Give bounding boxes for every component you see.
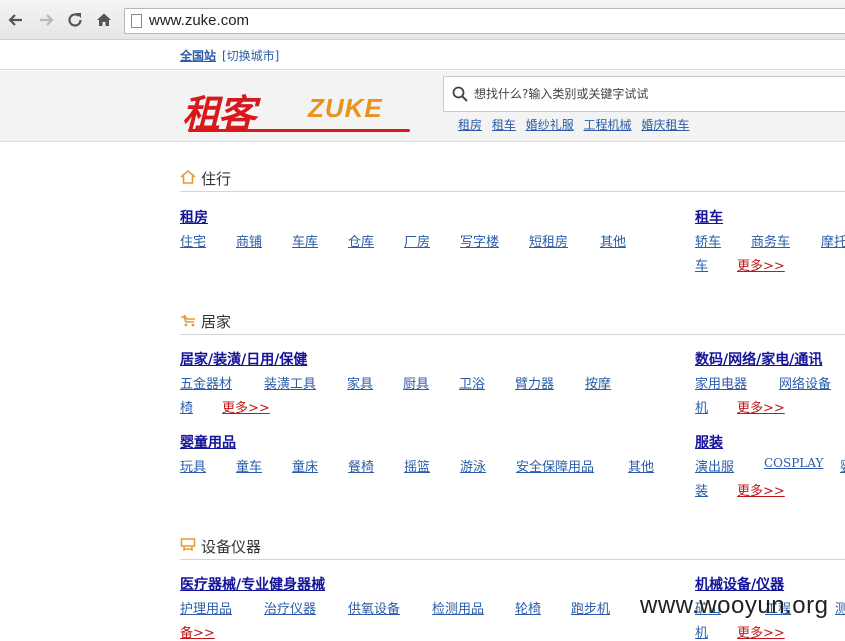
- more-link[interactable]: 更多>>: [737, 480, 785, 499]
- link-duanzufang[interactable]: 短租房: [529, 231, 568, 250]
- category-zuche[interactable]: 租车: [695, 207, 723, 227]
- link-yi-wrap[interactable]: 椅: [180, 397, 193, 416]
- link-cheku[interactable]: 车库: [292, 231, 318, 250]
- more-link[interactable]: 更多>>: [737, 255, 785, 274]
- section-title: 住行: [201, 170, 232, 188]
- link-bili[interactable]: 臂力器: [515, 373, 554, 392]
- link-zhuzhai[interactable]: 住宅: [180, 231, 206, 250]
- hot-search-links: 租房 租车 婚纱礼服 工程机械 婚庆租车: [458, 116, 695, 133]
- category-yiliao[interactable]: 医疗器械/专业健身器械: [180, 574, 325, 594]
- link-wanju[interactable]: 玩具: [180, 456, 206, 475]
- site-header: 租客 ZUKE 租房 租车 婚纱礼服 工程机械 婚庆租车: [0, 71, 845, 142]
- category-jixie[interactable]: 机械设备/仪器: [695, 574, 784, 594]
- link-xiezilou[interactable]: 写字楼: [460, 231, 499, 250]
- link-ying-cut[interactable]: 婴: [840, 456, 845, 474]
- link-weiyu[interactable]: 卫浴: [459, 373, 485, 392]
- section-title: 设备仪器: [201, 538, 262, 556]
- category-zufang[interactable]: 租房: [180, 207, 208, 227]
- link-ce-cut[interactable]: 测: [835, 598, 845, 616]
- more-link[interactable]: 更多>>: [222, 397, 270, 416]
- fuzhuang-links: 演出服 COSPLAY 婴: [695, 456, 845, 474]
- hot-link-zufang[interactable]: 租房: [458, 118, 482, 132]
- section-title: 居家: [201, 313, 232, 331]
- category-fuzhuang[interactable]: 服装: [695, 432, 723, 452]
- home-icon[interactable]: [94, 11, 114, 31]
- link-gongyang[interactable]: 供氧设备: [348, 598, 400, 617]
- sofa-icon: [181, 314, 195, 327]
- link-jiaju[interactable]: 家具: [347, 373, 373, 392]
- link-yaolan[interactable]: 摇篮: [404, 456, 430, 475]
- more-link[interactable]: 备>>: [180, 622, 215, 641]
- link-zhuang-wrap[interactable]: 装: [695, 480, 708, 499]
- search-input[interactable]: [474, 83, 834, 105]
- zuche-links: 轿车 商务车 摩托: [695, 231, 845, 249]
- logo-english-text: ZUKE: [308, 93, 383, 123]
- link-qita[interactable]: 其他: [600, 231, 626, 250]
- logo-swoosh: [188, 129, 410, 132]
- search-box[interactable]: [443, 76, 845, 112]
- link-cangku[interactable]: 仓库: [348, 231, 374, 250]
- link-qita[interactable]: 其他: [628, 456, 654, 475]
- hot-link-gongcheng[interactable]: 工程机械: [584, 118, 632, 132]
- link-jiaoche[interactable]: 轿车: [695, 231, 721, 249]
- category-jujia[interactable]: 居家/装潢/日用/保健: [180, 349, 307, 369]
- link-shangwuche[interactable]: 商务车: [751, 231, 790, 249]
- more-link[interactable]: 更多>>: [737, 397, 785, 416]
- forward-arrow-icon[interactable]: [36, 11, 56, 31]
- current-city-link[interactable]: 全国站: [180, 47, 216, 64]
- link-tongchuang[interactable]: 童床: [292, 456, 318, 475]
- section-shebei: 设备仪器: [180, 534, 845, 560]
- browser-toolbar: www.zuke.com: [0, 0, 845, 40]
- link-canyi[interactable]: 餐椅: [348, 456, 374, 475]
- link-motuo[interactable]: 摩托: [821, 231, 845, 249]
- reload-icon[interactable]: [65, 11, 85, 31]
- switch-city-link[interactable]: [切换城市]: [222, 47, 279, 64]
- link-anmo[interactable]: 按摩: [585, 373, 611, 392]
- link-jiance[interactable]: 检测用品: [432, 598, 484, 617]
- link-lunyi[interactable]: 轮椅: [515, 598, 541, 617]
- link-che-wrap[interactable]: 车: [695, 255, 708, 274]
- back-arrow-icon[interactable]: [6, 11, 26, 31]
- shuma-links: 家用电器 网络设备: [695, 373, 845, 391]
- page-icon: [131, 14, 142, 28]
- link-chuju[interactable]: 厨具: [403, 373, 429, 392]
- hot-link-hunqing[interactable]: 婚庆租车: [641, 118, 689, 132]
- link-wangluo[interactable]: 网络设备: [779, 373, 831, 391]
- more-link[interactable]: 更多>>: [737, 622, 785, 641]
- search-icon: [452, 86, 468, 102]
- section-jujia: 居家: [180, 309, 845, 335]
- link-ji-wrap[interactable]: 机: [695, 622, 708, 641]
- equipment-icon: [180, 538, 196, 551]
- link-yanchufu[interactable]: 演出服: [695, 456, 734, 474]
- category-yingtong[interactable]: 婴童用品: [180, 432, 236, 452]
- link-ji-wrap[interactable]: 机: [695, 397, 708, 416]
- link-shangpu[interactable]: 商铺: [236, 231, 262, 250]
- hot-link-hunsha[interactable]: 婚纱礼服: [526, 118, 574, 132]
- link-changfang[interactable]: 厂房: [404, 231, 430, 250]
- house-icon: [180, 169, 196, 184]
- address-bar[interactable]: www.zuke.com: [124, 8, 845, 34]
- link-jiayong[interactable]: 家用电器: [695, 373, 747, 391]
- section-zhuxing: 住行: [180, 166, 845, 192]
- link-zhuanghuang[interactable]: 装潢工具: [264, 373, 316, 392]
- watermark-text: www.wooyun.org: [640, 592, 829, 619]
- link-paobuji[interactable]: 跑步机: [571, 598, 610, 617]
- link-huli[interactable]: 护理用品: [180, 598, 232, 617]
- link-youyong[interactable]: 游泳: [460, 456, 486, 475]
- category-shuma[interactable]: 数码/网络/家电/通讯: [695, 349, 822, 369]
- link-cosplay[interactable]: COSPLAY: [764, 456, 823, 470]
- url-text[interactable]: www.zuke.com: [149, 12, 249, 29]
- link-anquan[interactable]: 安全保障用品: [516, 456, 594, 475]
- hot-link-zuche[interactable]: 租车: [492, 118, 516, 132]
- link-tongche[interactable]: 童车: [236, 456, 262, 475]
- city-bar: 全国站 [切换城市]: [0, 40, 845, 70]
- link-wujin[interactable]: 五金器材: [180, 373, 232, 392]
- link-zhiliao[interactable]: 治疗仪器: [264, 598, 316, 617]
